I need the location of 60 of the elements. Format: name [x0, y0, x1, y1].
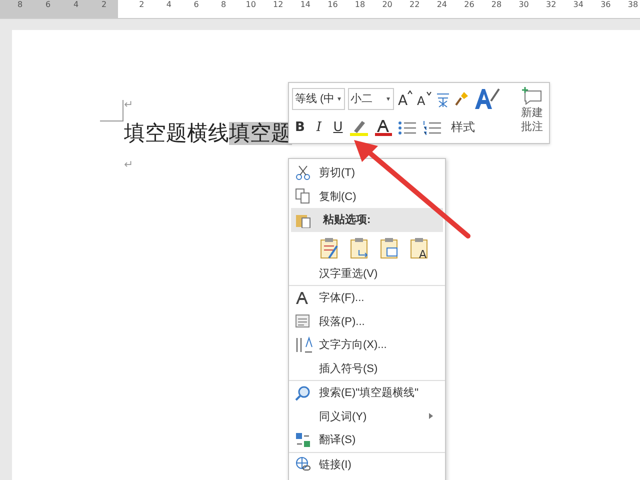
ruler-number: 4 — [165, 0, 172, 11]
submenu-arrow-icon — [429, 413, 433, 420]
search-icon — [295, 384, 311, 401]
ruler-number: 6 — [192, 0, 200, 11]
italic-button[interactable]: I — [311, 120, 327, 135]
ruler-number: 10 — [244, 0, 257, 11]
ruler-number: 28 — [490, 0, 503, 11]
ruler-number: 12 — [272, 0, 284, 11]
ruler-number: 2 — [100, 0, 108, 11]
menu-item[interactable]: 文字方向(X)... — [289, 333, 445, 356]
format-painter-icon[interactable] — [454, 90, 470, 108]
scissors-icon — [295, 164, 311, 181]
margin-corner-mark — [100, 100, 124, 122]
numbered-list-icon[interactable] — [422, 118, 444, 136]
paragraph-mark: ↵ — [124, 158, 134, 172]
menu-item[interactable]: 字体(F)... — [289, 286, 445, 310]
ruler-number: 34 — [572, 0, 584, 11]
ruler-number: 6 — [44, 0, 52, 11]
menu-item[interactable]: 插入符号(S) — [289, 356, 445, 381]
comment-icon — [521, 86, 543, 106]
menu-item[interactable]: 同义词(Y) — [289, 404, 445, 428]
styles-icon[interactable] — [472, 86, 501, 110]
menu-item[interactable]: 复制(C) — [289, 184, 445, 208]
paragraph-icon — [295, 313, 311, 330]
bold-button[interactable]: B — [292, 120, 308, 135]
globe-link-icon — [295, 456, 311, 472]
translate-icon — [295, 432, 311, 448]
underline-button[interactable]: U — [330, 120, 346, 135]
menu-item[interactable]: 段落(P)... — [289, 310, 445, 333]
ruler-number: 8 — [220, 0, 228, 11]
text-direction-icon — [295, 336, 313, 354]
highlighter-icon[interactable] — [349, 118, 371, 136]
menu-item[interactable]: 链接(I) — [289, 452, 445, 476]
ruler-number: 18 — [354, 0, 366, 11]
ruler-number: 14 — [299, 0, 312, 11]
ruler-number: 4 — [72, 0, 80, 11]
document-text: 填空题横线 — [124, 122, 229, 145]
ruler-number: 8 — [16, 0, 24, 11]
menu-item[interactable]: 搜索(E)"填空题横线" — [289, 381, 445, 404]
menu-item[interactable]: 翻译(S) — [289, 428, 445, 452]
ruler-number: 24 — [436, 0, 448, 11]
ruler-number: 22 — [408, 0, 421, 11]
ruler-number: 20 — [381, 0, 394, 11]
ruler-number: 32 — [545, 0, 558, 11]
font-icon — [295, 290, 309, 305]
copy-icon — [295, 188, 311, 204]
font-color-icon[interactable] — [374, 118, 394, 136]
ruler-number: 36 — [600, 0, 612, 11]
new-comment-button[interactable]: 新建 批注 — [518, 86, 546, 140]
ruler-number: 26 — [463, 0, 476, 11]
ruler-number: 30 — [518, 0, 530, 11]
paragraph-mark: ↵ — [124, 98, 134, 112]
ruler-number: 16 — [326, 0, 339, 11]
menu-label: 粘贴选项: — [323, 212, 371, 228]
bullet-list-icon[interactable] — [397, 118, 419, 136]
ruler-number: 2 — [138, 0, 146, 11]
menu-item[interactable]: 汉字重选(V) — [289, 262, 445, 286]
menu-item[interactable]: 剪切(T) — [289, 161, 445, 184]
styles-button[interactable]: 样式 — [451, 119, 475, 136]
ruler-number: 38 — [626, 0, 640, 11]
